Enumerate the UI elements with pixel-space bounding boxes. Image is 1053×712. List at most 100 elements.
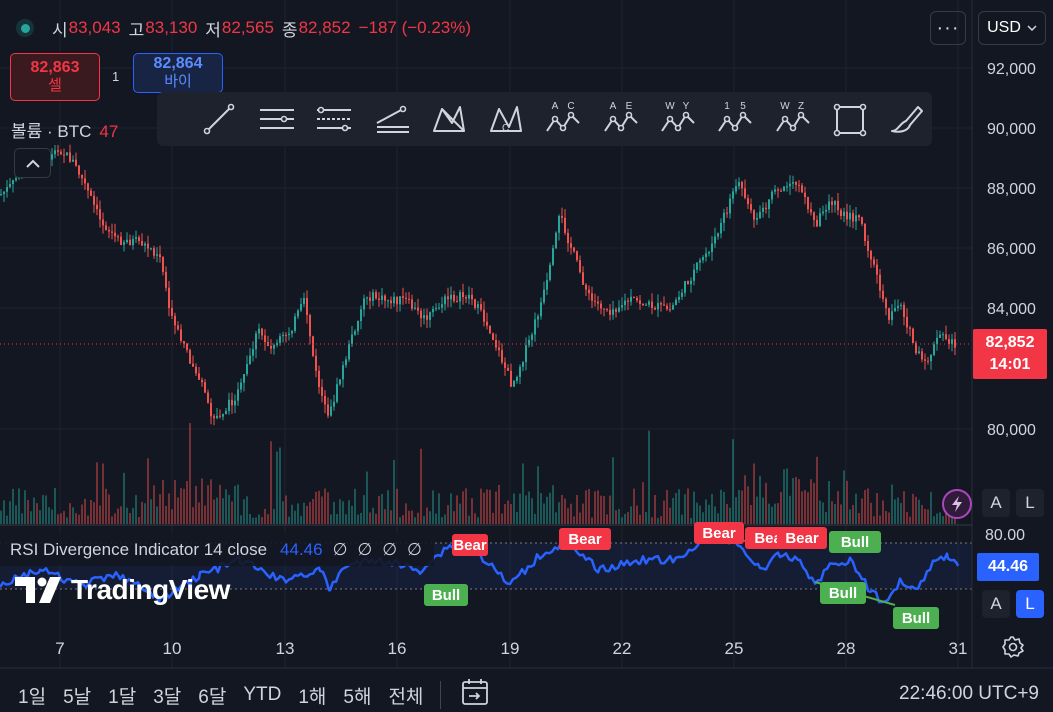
volume-bar [141, 501, 143, 524]
candle-body [936, 337, 938, 345]
chart-settings-button[interactable] [1000, 634, 1026, 660]
price-axis[interactable]: 92,000 90,000 88,000 86,000 84,000 80,000 [987, 61, 1036, 439]
volume-bar [612, 457, 614, 524]
candle-body [942, 334, 944, 336]
drawing-toolbar[interactable]: CACAEWY15WZ [157, 92, 932, 146]
candle-body [918, 351, 920, 354]
range-button[interactable]: 5날 [63, 682, 91, 709]
log-scale-button[interactable]: L [1016, 489, 1044, 517]
parallel-channel-tool-button[interactable] [248, 92, 305, 146]
candle-body [696, 262, 698, 270]
candle-body [576, 251, 578, 261]
candle-body [90, 190, 92, 196]
candle-body [564, 217, 566, 233]
candle-body [927, 360, 929, 362]
triangle-pattern-tool-button[interactable]: AE [592, 92, 649, 146]
high-value: 83,130 [145, 18, 198, 37]
range-button[interactable]: 1해 [298, 682, 326, 709]
volume-bar [48, 507, 50, 524]
candle-body [381, 295, 383, 300]
range-button[interactable]: 3달 [153, 682, 181, 709]
volume-bar [33, 497, 35, 524]
candle-body [954, 339, 956, 348]
chart-clock[interactable]: 22:46:00 UTC+9 [899, 683, 1039, 705]
range-button[interactable]: 5해 [343, 682, 371, 709]
volume-bar [105, 488, 107, 524]
candle-body [462, 292, 464, 298]
volume-legend[interactable]: 볼륨 · BTC 47 [11, 117, 118, 142]
buy-button[interactable]: 82,864 바이 [133, 53, 223, 93]
volume-bar [39, 510, 41, 524]
volume-bar [249, 513, 251, 524]
rsi-legend[interactable]: RSI Divergence Indicator 14 close 44.46 … [0, 533, 434, 566]
range-button[interactable]: 전체 [388, 682, 423, 709]
volume-bar [72, 507, 74, 524]
volume-bar [246, 496, 248, 524]
auto-scale-button[interactable]: A [982, 489, 1010, 517]
volume-bar [699, 505, 701, 524]
candle-body [792, 182, 794, 184]
volume-bar [186, 481, 188, 524]
volume-bar [132, 508, 134, 524]
volume-bar [630, 506, 632, 524]
volume-bar [681, 514, 683, 524]
alerts-button[interactable] [942, 489, 972, 519]
candle-body [885, 298, 887, 309]
bull-signal-label: Bull [893, 607, 939, 629]
range-button[interactable]: 1일 [18, 682, 46, 709]
collapse-legend-button[interactable] [14, 148, 51, 178]
candle-body [825, 209, 827, 212]
candle-body [504, 362, 506, 368]
volume-bar [216, 497, 218, 524]
volume-bar [291, 504, 293, 524]
volume-bar [174, 480, 176, 524]
candle-body [774, 189, 776, 192]
candle-body [231, 399, 233, 406]
candle-body [618, 307, 620, 312]
rsi-auto-scale-button[interactable]: A [982, 590, 1010, 618]
buy-label: 바이 [164, 73, 192, 90]
cypher-pattern-tool-button[interactable]: C [477, 92, 534, 146]
abcd-pattern-tool-button[interactable]: AC [535, 92, 592, 146]
pitchfork-tool-button[interactable] [363, 92, 420, 146]
elliott-wxy-tool-button[interactable]: WZ [764, 92, 821, 146]
rectangle-tool-button[interactable] [821, 92, 878, 146]
rsi-na-value: ∅ [332, 539, 348, 559]
candle-body [801, 185, 803, 193]
xabcd-pattern-tool-button[interactable] [420, 92, 477, 146]
candle-body [873, 259, 875, 265]
time-axis[interactable]: 7 10 13 16 19 22 25 28 31 [55, 639, 967, 658]
volume-bar [522, 463, 524, 524]
volume-bar [210, 479, 212, 524]
brush-tool-button[interactable] [879, 92, 936, 146]
volume-bar [36, 503, 38, 524]
candle-body [252, 349, 254, 356]
range-button[interactable]: 6달 [198, 682, 226, 709]
candle-body [54, 150, 56, 155]
rsi-log-scale-button[interactable]: L [1016, 590, 1044, 618]
volume-bar [732, 439, 734, 524]
trend-line-tool-button[interactable] [191, 92, 248, 146]
volume-bar [789, 495, 791, 524]
range-button[interactable]: 1달 [108, 682, 136, 709]
more-menu-button[interactable]: ··· [930, 11, 966, 45]
candle-body [306, 297, 308, 316]
open-label: 시 [52, 20, 68, 40]
currency-button[interactable]: USD [978, 11, 1046, 45]
candle-body [876, 264, 878, 275]
volume-bar [807, 492, 809, 524]
candle-body [795, 182, 797, 185]
volume-bar [447, 505, 449, 524]
volume-bar [378, 495, 380, 524]
rsi-legend-title: RSI Divergence Indicator 14 close [10, 539, 268, 559]
go-to-date-button[interactable] [461, 678, 491, 712]
fib-retracement-tool-button[interactable] [306, 92, 363, 146]
sell-button[interactable]: 82,863 셀 [10, 53, 100, 101]
sell-price: 82,863 [30, 59, 80, 76]
elliott-impulse-tool-button[interactable]: 15 [707, 92, 764, 146]
candle-body [612, 309, 614, 315]
candle-body [894, 307, 896, 312]
range-button[interactable]: YTD [243, 684, 281, 706]
candle-body [459, 292, 461, 302]
three-drives-tool-button[interactable]: WY [649, 92, 706, 146]
